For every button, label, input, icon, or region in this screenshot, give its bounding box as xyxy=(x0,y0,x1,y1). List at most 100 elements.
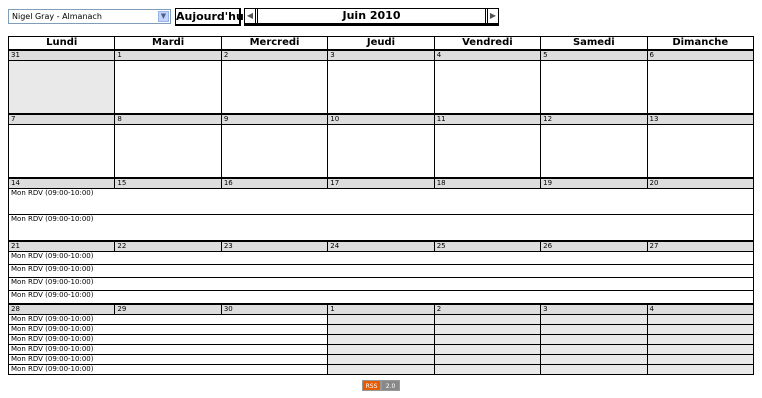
rss-badge[interactable]: RSS 2.0 xyxy=(362,380,400,391)
event-item[interactable]: Mon RDV (09:00-10:00) xyxy=(11,189,753,198)
day-cell[interactable] xyxy=(7,124,116,179)
day-number[interactable]: 1 xyxy=(114,49,222,61)
day-cell[interactable] xyxy=(540,324,648,335)
weekday-header: Vendredi xyxy=(433,36,542,51)
event-row: Mon RDV (09:00-10:00) xyxy=(8,188,754,215)
day-number[interactable]: 3 xyxy=(327,49,435,61)
calendar-select[interactable]: Nigel Gray - Almanach ▼ xyxy=(8,9,171,24)
day-cell[interactable] xyxy=(433,334,542,345)
day-number[interactable]: 10 xyxy=(327,113,435,125)
week-day-numbers: 31 1 2 3 4 5 6 xyxy=(7,49,755,61)
day-cell[interactable] xyxy=(540,314,648,325)
day-number[interactable]: 6 xyxy=(646,49,755,61)
day-cell[interactable] xyxy=(433,324,542,335)
day-cell[interactable] xyxy=(540,60,648,115)
day-cell[interactable] xyxy=(433,314,542,325)
day-cell[interactable] xyxy=(327,60,435,115)
today-button[interactable]: Aujourd'hui xyxy=(175,8,248,26)
day-number[interactable]: 21 xyxy=(7,240,116,252)
day-number[interactable]: 12 xyxy=(540,113,648,125)
day-cell[interactable] xyxy=(540,354,648,365)
day-cell[interactable] xyxy=(327,334,435,345)
day-number[interactable]: 5 xyxy=(540,49,648,61)
day-cell[interactable] xyxy=(220,60,329,115)
event-item[interactable]: Mon RDV (09:00-10:00) xyxy=(11,325,327,334)
event-row: Mon RDV (09:00-10:00) xyxy=(8,277,754,291)
day-cell[interactable] xyxy=(540,334,648,345)
day-cell[interactable] xyxy=(433,364,542,375)
day-number[interactable]: 24 xyxy=(327,240,435,252)
day-number[interactable]: 13 xyxy=(646,113,755,125)
event-item[interactable]: Mon RDV (09:00-10:00) xyxy=(11,265,753,274)
day-cell[interactable] xyxy=(327,364,435,375)
day-number[interactable]: 11 xyxy=(433,113,542,125)
previous-month-icon[interactable]: ◀ xyxy=(245,9,256,23)
day-number[interactable]: 30 xyxy=(220,303,329,315)
next-month-icon[interactable]: ▶ xyxy=(487,9,498,23)
day-number[interactable]: 8 xyxy=(114,113,222,125)
day-cell[interactable] xyxy=(7,60,116,115)
day-cell[interactable] xyxy=(646,314,755,325)
day-cell[interactable] xyxy=(646,364,755,375)
weekday-header-row: Lundi Mardi Mercredi Jeudi Vendredi Samedi Dim… xyxy=(7,36,755,51)
day-number[interactable]: 26 xyxy=(540,240,648,252)
day-number[interactable]: 1 xyxy=(327,303,435,315)
day-cell[interactable] xyxy=(327,344,435,355)
day-number[interactable]: 22 xyxy=(114,240,222,252)
day-cell[interactable] xyxy=(646,60,755,115)
day-number[interactable]: 3 xyxy=(540,303,648,315)
day-number[interactable]: 7 xyxy=(7,113,116,125)
day-cell[interactable] xyxy=(114,60,222,115)
week-day-numbers: 28 29 30 1 2 3 4 xyxy=(7,303,755,315)
event-item[interactable]: Mon RDV (09:00-10:00) xyxy=(11,278,753,287)
day-cell[interactable] xyxy=(327,324,435,335)
day-number[interactable]: 14 xyxy=(7,177,116,189)
day-number[interactable]: 18 xyxy=(433,177,542,189)
day-cell[interactable] xyxy=(327,354,435,365)
day-number[interactable]: 9 xyxy=(220,113,329,125)
day-cell[interactable] xyxy=(646,124,755,179)
day-cell[interactable] xyxy=(433,124,542,179)
day-number[interactable]: 15 xyxy=(114,177,222,189)
event-item[interactable]: Mon RDV (09:00-10:00) xyxy=(11,291,753,300)
day-number[interactable]: 2 xyxy=(220,49,329,61)
day-number[interactable]: 2 xyxy=(433,303,542,315)
day-number[interactable]: 20 xyxy=(646,177,755,189)
day-number[interactable]: 19 xyxy=(540,177,648,189)
event-row: Mon RDV (09:00-10:00) xyxy=(7,314,755,325)
day-cell[interactable] xyxy=(433,354,542,365)
day-number[interactable]: 27 xyxy=(646,240,755,252)
chevron-down-icon[interactable]: ▼ xyxy=(158,11,169,22)
day-number[interactable]: 4 xyxy=(433,49,542,61)
day-cell[interactable] xyxy=(433,60,542,115)
day-cell[interactable] xyxy=(646,354,755,365)
day-cell[interactable] xyxy=(646,324,755,335)
day-number[interactable]: 16 xyxy=(220,177,329,189)
day-number[interactable]: 4 xyxy=(646,303,755,315)
event-item[interactable]: Mon RDV (09:00-10:00) xyxy=(11,365,327,374)
event-item[interactable]: Mon RDV (09:00-10:00) xyxy=(11,252,753,261)
event-row: Mon RDV (09:00-10:00) xyxy=(7,324,755,335)
event-item[interactable]: Mon RDV (09:00-10:00) xyxy=(11,315,327,324)
day-cell[interactable] xyxy=(540,124,648,179)
event-item[interactable]: Mon RDV (09:00-10:00) xyxy=(11,355,327,364)
day-cell[interactable] xyxy=(646,344,755,355)
day-number[interactable]: 25 xyxy=(433,240,542,252)
day-cell[interactable] xyxy=(540,364,648,375)
day-number[interactable]: 31 xyxy=(7,49,116,61)
event-item[interactable]: Mon RDV (09:00-10:00) xyxy=(11,345,327,354)
day-cell[interactable] xyxy=(646,334,755,345)
event-item[interactable]: Mon RDV (09:00-10:00) xyxy=(11,215,753,224)
day-cell[interactable] xyxy=(540,344,648,355)
day-cell[interactable] xyxy=(220,124,329,179)
day-number[interactable]: 23 xyxy=(220,240,329,252)
day-cell[interactable] xyxy=(114,124,222,179)
day-number[interactable]: 29 xyxy=(114,303,222,315)
month-navigator: ◀ Juin 2010 ▶ xyxy=(244,8,499,26)
day-cell[interactable] xyxy=(327,124,435,179)
event-item[interactable]: Mon RDV (09:00-10:00) xyxy=(11,335,327,344)
day-cell[interactable] xyxy=(327,314,435,325)
day-cell[interactable] xyxy=(433,344,542,355)
day-number[interactable]: 28 xyxy=(7,303,116,315)
day-number[interactable]: 17 xyxy=(327,177,435,189)
